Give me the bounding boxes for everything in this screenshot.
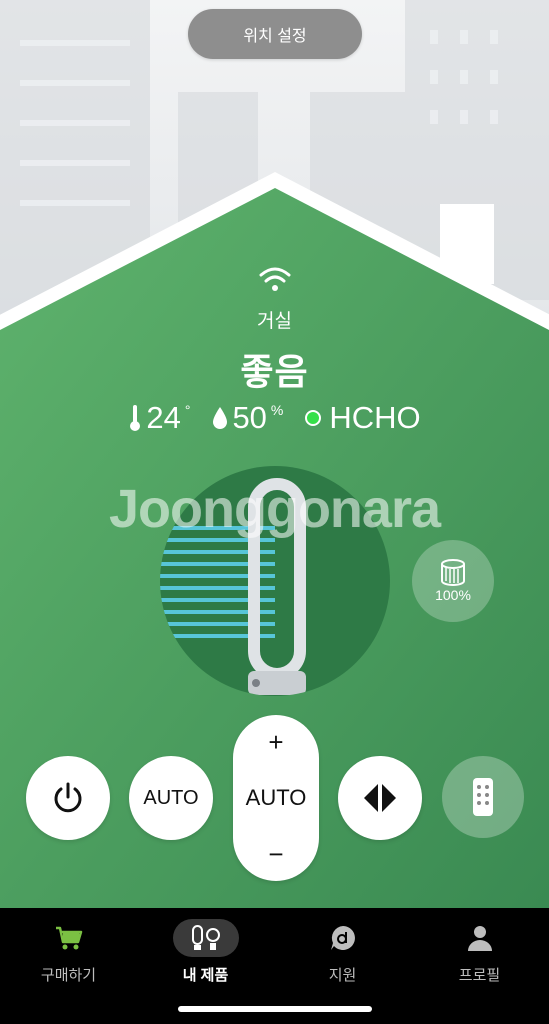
oscillation-button[interactable] [338, 756, 422, 840]
speed-down-button[interactable]: − [268, 841, 283, 867]
thermometer-icon [130, 405, 141, 431]
remote-button[interactable] [442, 756, 524, 838]
auto-mode-label: AUTO [143, 786, 199, 809]
home-indicator[interactable] [178, 1006, 372, 1012]
tab-shop-label: 구매하기 [40, 967, 97, 984]
fan-speed-label: AUTO [245, 785, 307, 810]
droplet-icon [213, 407, 228, 429]
hcho-stat: HCHO [305, 400, 421, 436]
speed-up-button[interactable]: + [268, 729, 283, 755]
tab-support[interactable]: 지원 [274, 918, 411, 985]
support-icon [330, 926, 355, 950]
humidity-unit: % [270, 402, 284, 418]
profile-icon [467, 926, 492, 951]
temperature-unit: ° [184, 402, 191, 418]
filter-icon [441, 559, 465, 586]
filter-status-button[interactable]: 100% [412, 540, 494, 622]
power-icon [54, 782, 82, 813]
air-quality-status: 좋음 [240, 351, 309, 392]
room-name: 거실 [257, 311, 292, 332]
power-button[interactable] [26, 756, 110, 840]
filter-life-value: 100% [435, 587, 471, 603]
humidity-value: 50 [232, 400, 267, 435]
background-scene: 위치 설정 거실 좋음 24 ° 50% HCHO Joonggonara 10… [0, 0, 549, 908]
wifi-icon [259, 267, 291, 291]
tab-active-indicator [172, 919, 239, 957]
tab-my-products-label: 내 제품 [182, 967, 229, 984]
temperature-stat: 24 ° [128, 400, 190, 436]
watermark: Joonggonara [108, 479, 441, 539]
tab-profile[interactable]: 프로필 [411, 918, 548, 985]
location-settings-button[interactable]: 위치 설정 [188, 9, 362, 59]
tab-my-products[interactable]: 내 제품 [137, 918, 274, 985]
temperature-value: 24 [146, 400, 181, 435]
fan-speed-control[interactable]: + AUTO − [233, 715, 319, 881]
remote-icon [473, 778, 493, 816]
environment-stats: 24 ° 50% HCHO [0, 400, 549, 436]
hcho-status-dot [305, 410, 322, 426]
cart-icon [55, 926, 82, 950]
hcho-label: HCHO [329, 400, 421, 435]
oscillation-icon [364, 784, 396, 812]
auto-mode-button[interactable]: AUTO [129, 756, 213, 840]
tab-shop[interactable]: 구매하기 [0, 918, 137, 985]
location-settings-label: 위치 설정 [243, 28, 307, 45]
my-products-icon [191, 925, 220, 950]
tab-profile-label: 프로필 [458, 967, 501, 984]
humidity-stat: 50% [212, 400, 283, 436]
tab-support-label: 지원 [328, 967, 357, 984]
